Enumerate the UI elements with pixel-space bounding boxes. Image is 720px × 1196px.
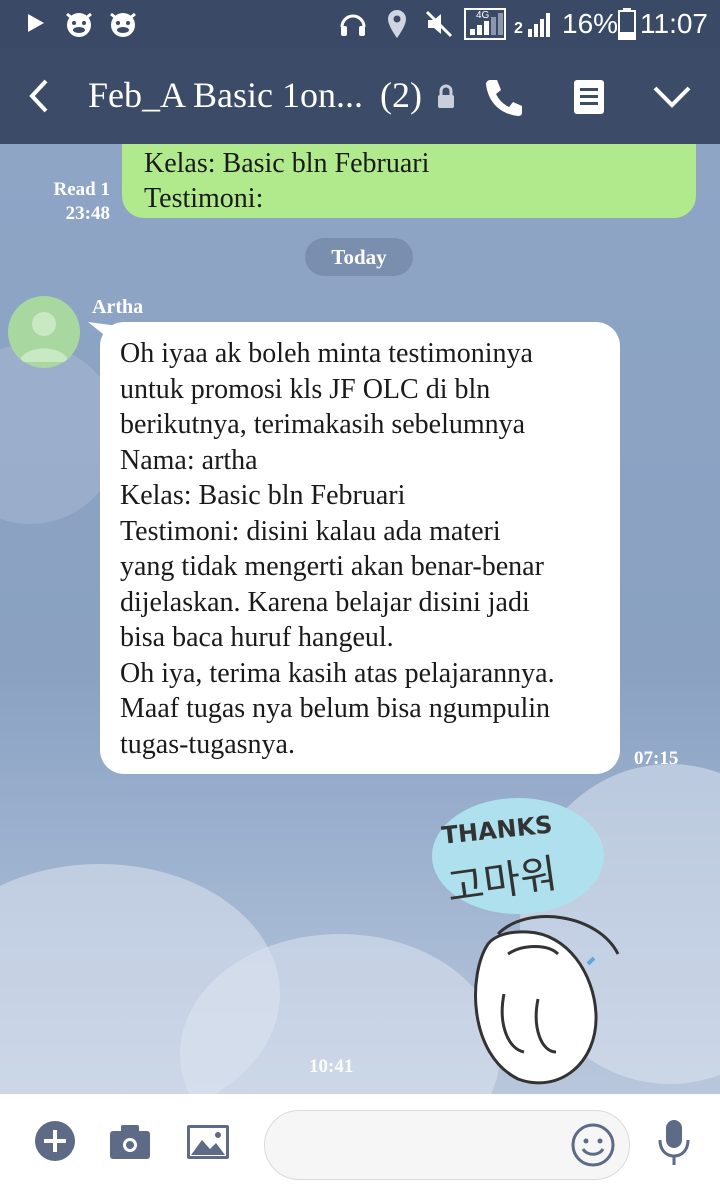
message-line: tugas-tugasnya. [120, 728, 295, 760]
location-icon [388, 10, 406, 38]
lock-icon [438, 84, 454, 108]
date-separator: Today [305, 238, 413, 276]
cow-notification-icon [66, 12, 92, 37]
message-line: Oh iya, terima kasih atas pelajarannya. [120, 657, 555, 689]
sender-name: Artha [92, 296, 144, 318]
input-bar [0, 1094, 720, 1196]
signal-sim2-icon: 2 [512, 8, 554, 40]
sent-message-bubble[interactable]: Kelas: Basic bln Februari Testimoni: [122, 144, 696, 218]
thanks-sticker[interactable]: THANKS 고마워 [428, 794, 648, 1094]
message-line: berikutnya, terimakasih sebelumnya [120, 409, 526, 440]
sent-message-meta: Read 1 23:48 [44, 178, 110, 226]
camera-icon[interactable] [108, 1124, 152, 1160]
mute-icon [425, 10, 453, 38]
notes-icon[interactable] [572, 78, 606, 116]
back-arrow-icon[interactable] [26, 78, 52, 114]
message-line: Maaf tugas nya belum bisa ngumpulin [120, 693, 551, 724]
message-line: Testimoni: [144, 183, 264, 214]
member-count: (2) [380, 75, 422, 115]
chat-title[interactable]: Feb_A Basic 1on... [88, 74, 363, 116]
received-message-bubble[interactable]: Oh iyaa ak boleh minta testimoninya untu… [100, 322, 620, 774]
headset-icon [340, 14, 366, 36]
add-icon[interactable] [34, 1120, 76, 1162]
emoji-icon[interactable] [570, 1122, 616, 1168]
message-line: Oh iyaa ak boleh minta testimoninya [120, 338, 533, 369]
microphone-icon[interactable] [656, 1118, 692, 1168]
message-line: Kelas: Basic bln Februari [120, 480, 406, 511]
message-line: dijelaskan. Karena belajar disini jadi [120, 586, 530, 618]
cow-notification-icon [110, 12, 136, 37]
read-receipt: Read 1 [53, 179, 110, 200]
signal-4g-icon: 4G [464, 8, 506, 40]
image-icon[interactable] [186, 1124, 230, 1160]
battery-icon [618, 8, 636, 40]
chat-area[interactable]: Kelas: Basic bln Februari Testimoni: Rea… [0, 144, 720, 1094]
message-time: 07:15 [634, 748, 679, 769]
message-time: 10:41 [309, 1056, 354, 1077]
play-icon [28, 14, 44, 32]
message-line: Nama: artha [120, 444, 258, 476]
message-line: Testimoni: disini kalau ada materi [120, 515, 501, 547]
message-line: Kelas: Basic bln Februari [144, 148, 430, 179]
status-bar: 4G 2 16% 11:07 [0, 0, 720, 48]
battery-percent: 16% [562, 8, 619, 39]
clock: 11:07 [640, 8, 708, 39]
chat-header: Feb_A Basic 1on... (2) [0, 48, 720, 144]
message-line: yang tidak mengerti akan benar-benar [120, 551, 544, 582]
default-avatar-icon [20, 312, 68, 362]
message-line: untuk promosi kls JF OLC di bln [120, 373, 491, 405]
phone-call-icon[interactable] [482, 76, 524, 118]
message-time: 23:48 [65, 203, 110, 224]
chevron-down-icon[interactable] [652, 84, 692, 110]
avatar[interactable] [8, 296, 80, 368]
message-line: bisa baca huruf hangeul. [120, 622, 394, 653]
